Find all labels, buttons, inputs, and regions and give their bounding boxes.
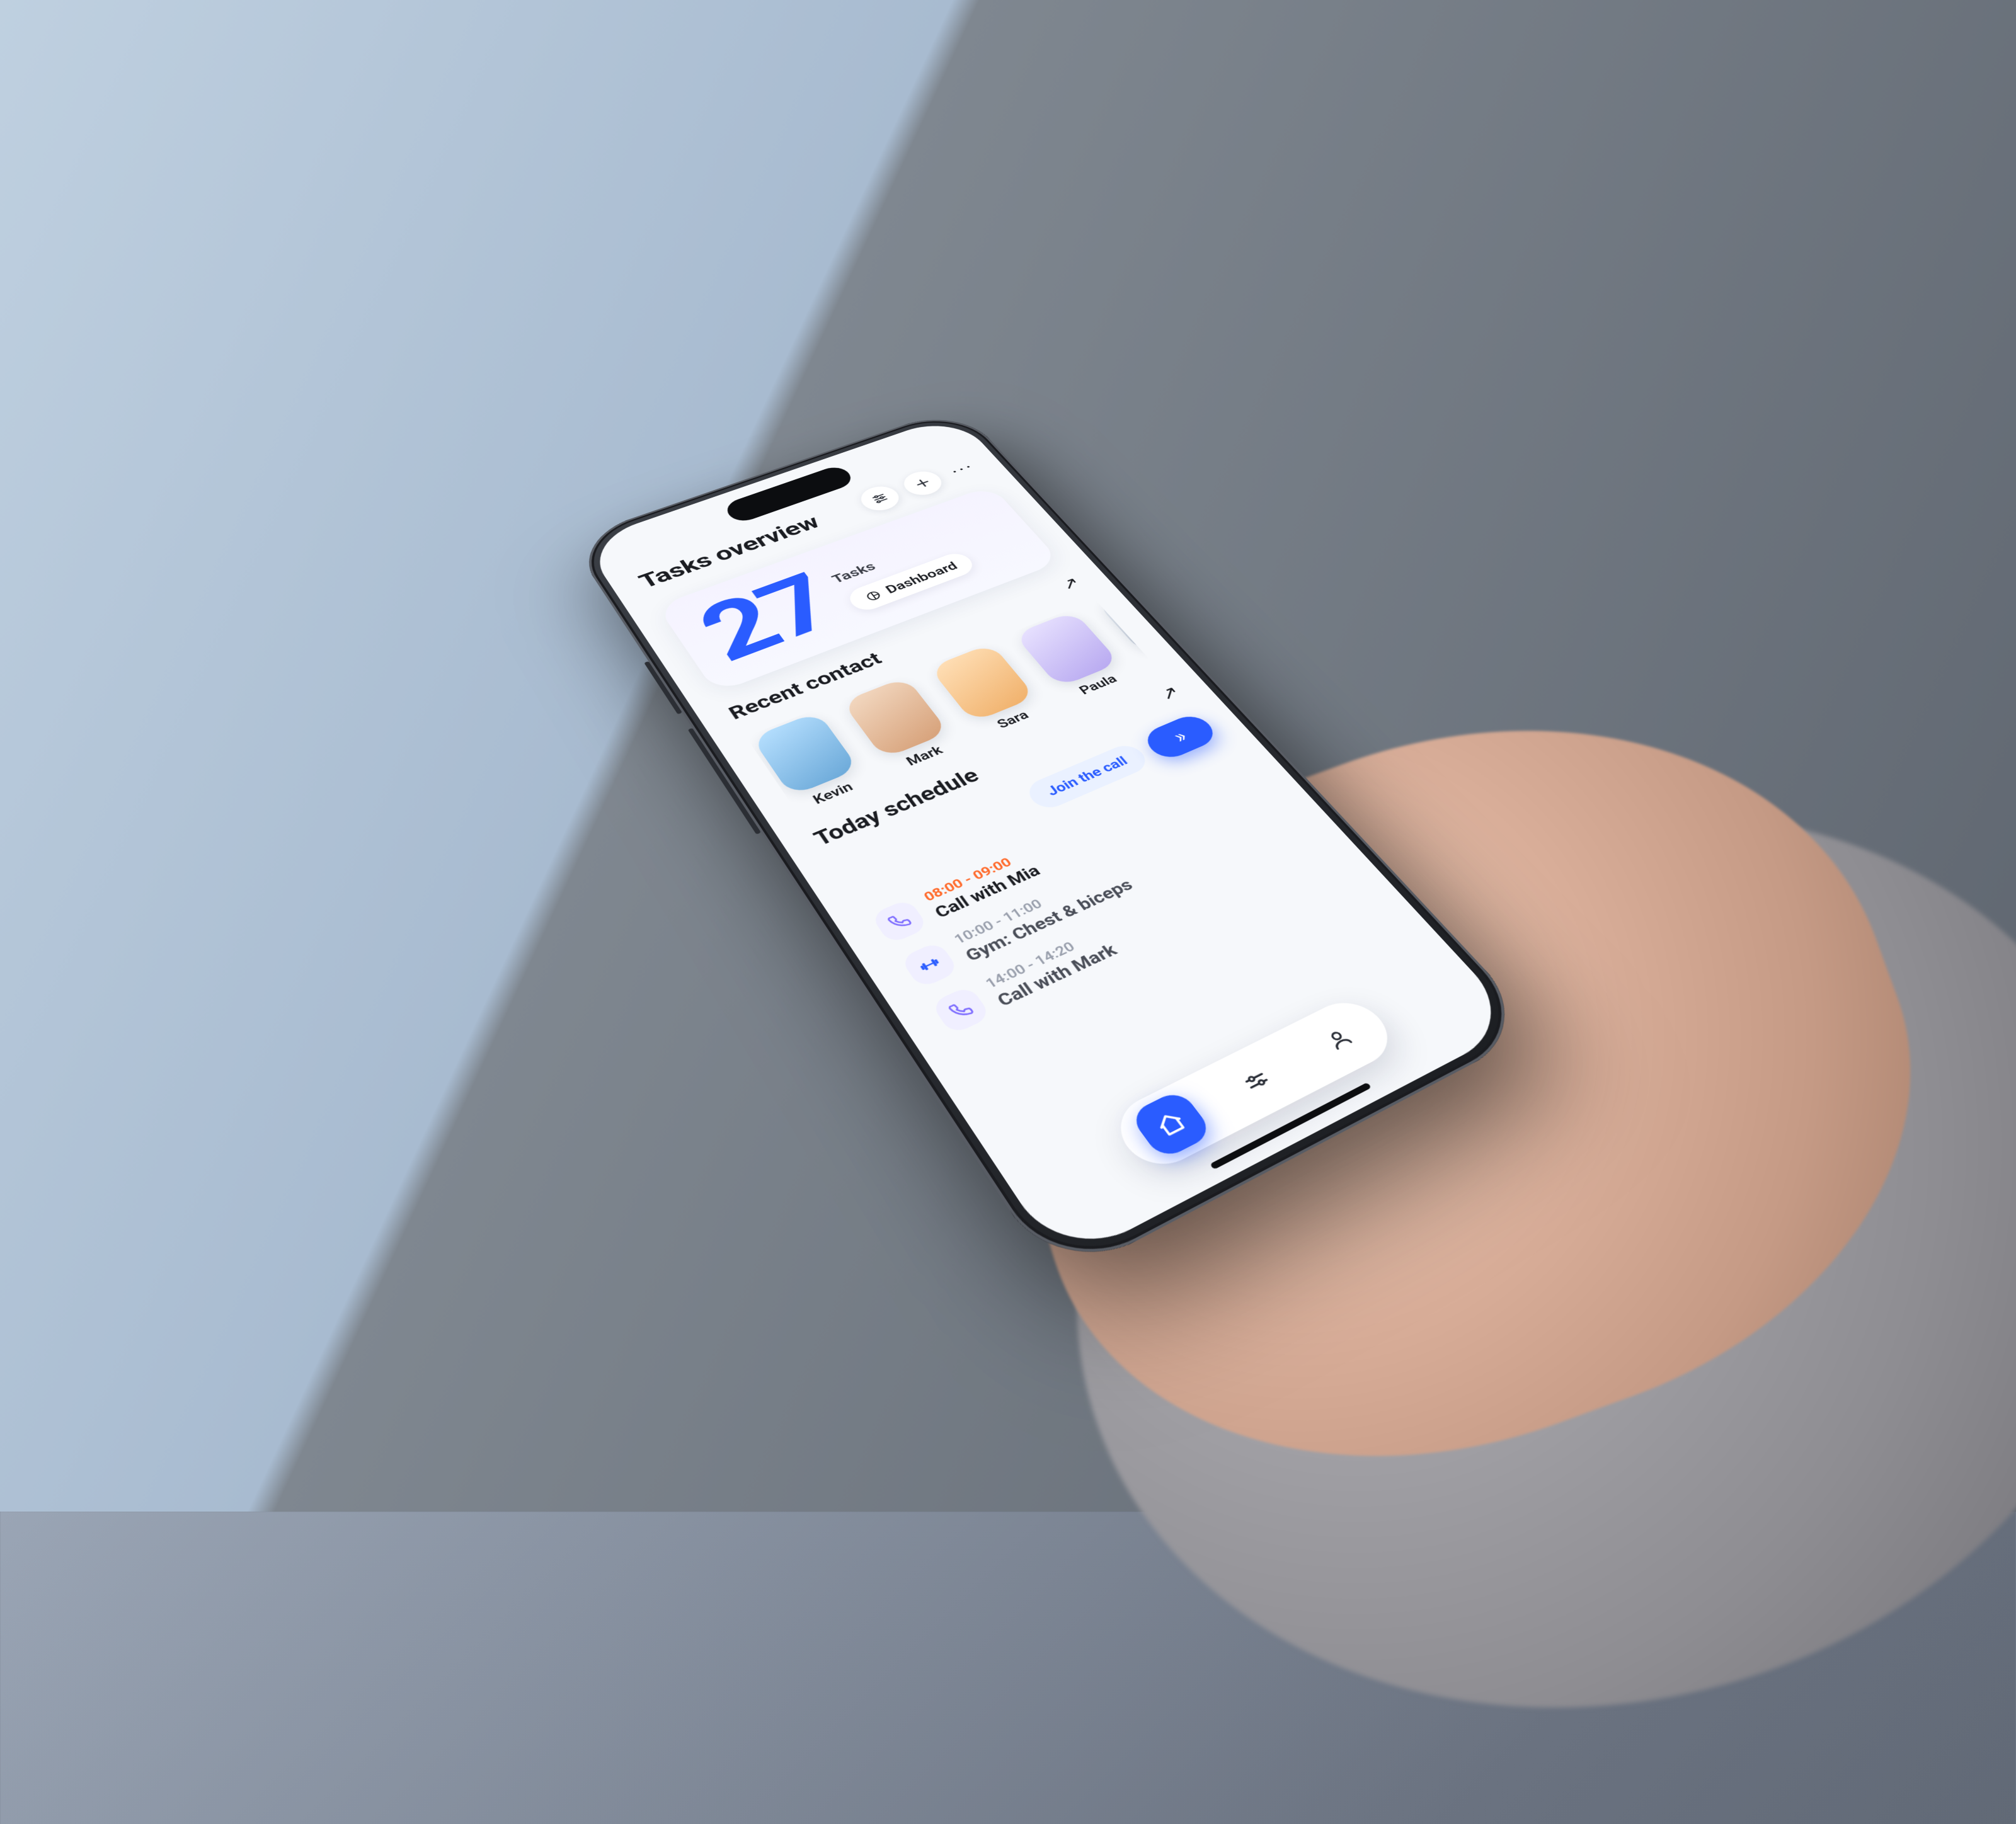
avatar: [751, 712, 859, 797]
user-icon: [1322, 1025, 1356, 1052]
contacts-open-button[interactable]: ↗: [1057, 574, 1084, 593]
plus-icon: [912, 476, 934, 490]
tasks-card-right: Tasks Dashboard: [829, 532, 982, 618]
mockup-scene: Tasks overview: [0, 0, 2016, 1512]
adjust-icon: [1239, 1067, 1274, 1095]
contact-name: Sara: [994, 709, 1032, 731]
schedule-item-time: 10:00 - 11:00: [951, 862, 1123, 947]
schedule-title: Today schedule: [810, 764, 984, 850]
join-call-row: Join the call »: [1021, 711, 1221, 814]
more-button[interactable]: ···: [946, 459, 979, 479]
sliders-icon: [869, 491, 891, 506]
nav-settings-button[interactable]: [1214, 1046, 1300, 1116]
nav-profile-button[interactable]: [1297, 1006, 1381, 1073]
schedule-item-title: Call with Mark: [994, 940, 1121, 1011]
dashboard-button[interactable]: Dashboard: [844, 550, 978, 614]
arrow-up-right-icon: ↗: [1155, 682, 1184, 704]
phone-icon: [870, 898, 929, 945]
more-icon: ···: [946, 459, 979, 479]
schedule-item-texts: 14:00 - 14:20 Call with Mark: [982, 925, 1121, 1010]
schedule-list: 08:00 - 09:00 Call with Mia 10:00 - 11:0…: [864, 751, 1334, 1041]
schedule-item-title: Gym: Chest & biceps: [961, 875, 1137, 966]
join-call-button[interactable]: »: [1140, 711, 1221, 763]
nav-home-button[interactable]: [1128, 1088, 1215, 1161]
schedule-item-texts: 08:00 - 09:00 Call with Mia: [921, 848, 1045, 922]
layout-icon: [863, 589, 883, 603]
schedule-item-time: 08:00 - 09:00: [921, 848, 1031, 904]
tasks-count: 27: [689, 569, 846, 670]
phone-icon: [930, 985, 992, 1035]
schedule-item-time: 14:00 - 14:20: [982, 925, 1107, 991]
schedule-item-title: Call with Mia: [931, 862, 1044, 922]
schedule-item[interactable]: 14:00 - 14:20 Call with Mark: [924, 826, 1334, 1040]
filter-button[interactable]: [854, 482, 905, 515]
schedule-open-button[interactable]: ↗: [1155, 682, 1184, 704]
contact-name: Kevin: [810, 780, 856, 807]
schedule-item[interactable]: 08:00 - 09:00 Call with Mia: [864, 751, 1263, 950]
arrow-up-right-icon: ↗: [1057, 574, 1084, 593]
chevrons-right-icon: »: [1169, 727, 1192, 747]
add-button[interactable]: [897, 467, 948, 499]
dumbbell-icon: [900, 940, 959, 988]
schedule-item-texts: 10:00 - 11:00 Gym: Chest & biceps: [951, 862, 1137, 966]
schedule-item[interactable]: 10:00 - 11:00 Gym: Chest & biceps: [894, 788, 1298, 994]
home-icon: [1152, 1108, 1191, 1141]
